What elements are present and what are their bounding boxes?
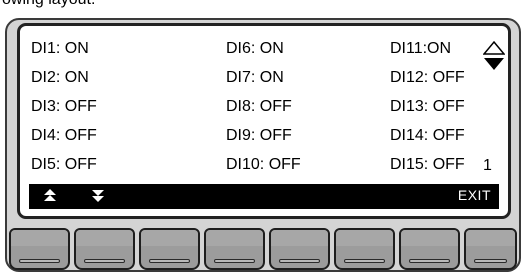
di-status-7: DI7: ON <box>226 69 284 86</box>
function-key-7[interactable] <box>399 228 460 270</box>
page-caption: owing layout. <box>2 0 95 9</box>
function-key-3[interactable] <box>139 228 200 270</box>
double-down-arrow-icon[interactable] <box>91 187 105 210</box>
function-key-2[interactable] <box>74 228 135 270</box>
function-key-6[interactable] <box>334 228 395 270</box>
function-key-5[interactable] <box>269 228 330 270</box>
di-status-4: DI4: OFF <box>31 127 97 144</box>
lcd-screen: DI1: ON DI2: ON DI3: OFF DI4: OFF DI5: O… <box>17 23 511 219</box>
softkey-bar: EXIT <box>29 184 499 209</box>
function-key-4[interactable] <box>204 228 265 270</box>
di-status-2: DI2: ON <box>31 69 89 86</box>
di-status-5: DI5: OFF <box>31 156 97 173</box>
hmi-panel: DI1: ON DI2: ON DI3: OFF DI4: OFF DI5: O… <box>5 18 521 272</box>
di-status-15: DI15: OFF <box>390 156 465 173</box>
di-status-13: DI13: OFF <box>390 98 465 115</box>
up-down-scroll-arrows-icon <box>483 40 505 72</box>
di-status-6: DI6: ON <box>226 40 284 57</box>
di-status-1: DI1: ON <box>31 40 89 57</box>
di-status-10: DI10: OFF <box>226 156 301 173</box>
function-key-8[interactable] <box>464 228 517 270</box>
page-number: 1 <box>483 157 492 174</box>
di-status-3: DI3: OFF <box>31 98 97 115</box>
di-status-14: DI14: OFF <box>390 127 465 144</box>
di-status-12: DI12: OFF <box>390 69 465 86</box>
function-key-1[interactable] <box>9 228 70 270</box>
exit-softkey-label[interactable]: EXIT <box>458 187 491 203</box>
di-status-9: DI9: OFF <box>226 127 292 144</box>
di-status-8: DI8: OFF <box>226 98 292 115</box>
double-up-arrow-icon[interactable] <box>43 187 57 210</box>
di-status-11: DI11:ON <box>390 40 452 57</box>
